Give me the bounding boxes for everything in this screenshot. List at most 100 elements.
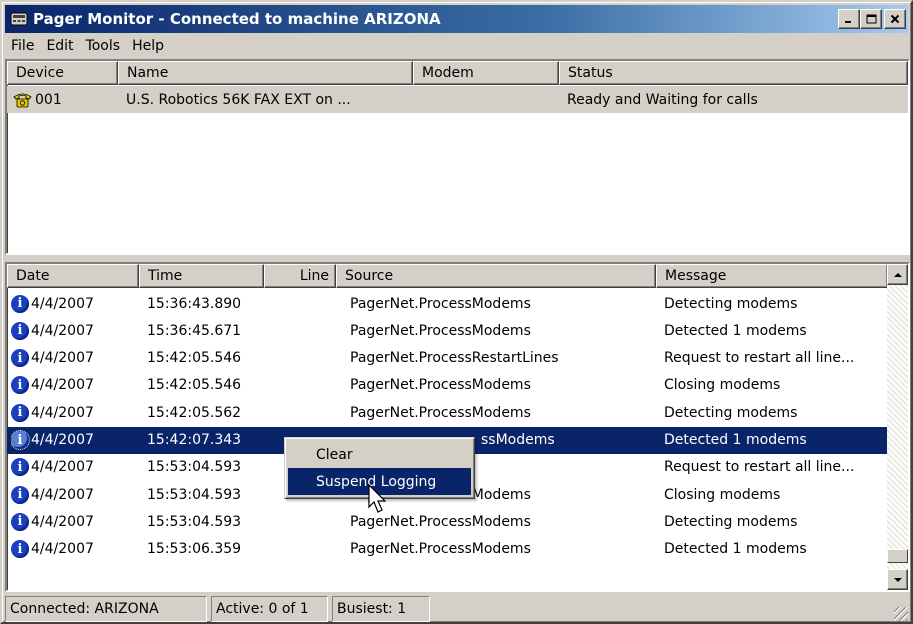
menu-item-clear[interactable]: Clear — [288, 441, 471, 468]
log-time: 15:53:04.593 — [147, 486, 242, 503]
vertical-scrollbar[interactable] — [887, 264, 908, 590]
log-message: Closing modems — [664, 486, 781, 503]
column-header-date[interactable]: Date — [7, 264, 139, 288]
log-message: Detecting modems — [664, 513, 798, 530]
menu-file[interactable]: File — [5, 38, 40, 54]
log-time: 15:42:05.546 — [147, 350, 242, 367]
log-source: PagerNet.ProcessModems — [350, 295, 531, 312]
log-date: 4/4/2007 — [31, 432, 94, 448]
device-status: Ready and Waiting for calls — [567, 91, 758, 108]
log-date: 4/4/2007 — [31, 295, 94, 312]
info-icon: i — [11, 485, 29, 504]
device-row[interactable]: 001 U.S. Robotics 56K FAX EXT on ... Rea… — [7, 86, 908, 113]
log-message: Detected 1 modems — [664, 322, 807, 339]
column-header-name[interactable]: Name — [118, 61, 413, 85]
status-connected: Connected: ARIZONA — [5, 596, 207, 622]
log-time: 15:53:06.359 — [147, 541, 242, 558]
info-icon: i — [11, 512, 29, 531]
info-icon: i — [11, 540, 29, 559]
info-icon: i — [11, 321, 29, 340]
log-time: 15:42:05.562 — [147, 404, 242, 421]
log-source: PagerNet.ProcessModems — [350, 322, 531, 339]
minimize-button[interactable] — [838, 9, 860, 29]
menu-bar: File Edit Tools Help — [5, 35, 170, 57]
column-header-time[interactable]: Time — [139, 264, 264, 288]
column-header-line[interactable]: Line — [264, 264, 336, 288]
log-date: 4/4/2007 — [31, 513, 94, 530]
log-source: PagerNet.ProcessModems — [350, 541, 531, 558]
log-date: 4/4/2007 — [31, 322, 94, 339]
info-icon: i — [11, 294, 29, 313]
log-date: 4/4/2007 — [31, 350, 94, 367]
log-date: 4/4/2007 — [31, 377, 94, 394]
scroll-thumb[interactable] — [887, 549, 908, 563]
log-source: PagerNet.ProcessModems — [350, 404, 531, 421]
caption-buttons — [838, 9, 906, 29]
log-message: Closing modems — [664, 377, 781, 394]
window-title: Pager Monitor - Connected to machine ARI… — [33, 10, 441, 28]
app-icon — [9, 10, 29, 28]
log-time: 15:42:07.343 — [147, 432, 242, 448]
log-row[interactable]: i 4/4/2007 15:42:05.546 PagerNet.ProcessMod… — [7, 372, 887, 399]
mouse-pointer-icon — [368, 483, 392, 516]
scroll-up-button[interactable] — [887, 264, 908, 285]
device-list[interactable]: Device Name Modem Status 001 U.S. Roboti… — [5, 59, 910, 255]
info-icon: i — [11, 376, 29, 395]
menu-tools[interactable]: Tools — [80, 38, 127, 54]
log-time: 15:53:04.593 — [147, 513, 242, 530]
log-row[interactable]: i 4/4/2007 15:36:45.671 PagerNet.ProcessMod… — [7, 317, 887, 344]
column-header-source[interactable]: Source — [336, 264, 656, 288]
maximize-button[interactable] — [860, 9, 882, 29]
log-date: 4/4/2007 — [31, 404, 94, 421]
close-button[interactable] — [884, 9, 906, 29]
log-row[interactable]: i4/4/2007 15:53:04.593 PagerNet.ProcessMod… — [7, 508, 887, 535]
status-active: Active: 0 of 1 — [211, 596, 328, 622]
column-header-status[interactable]: Status — [559, 61, 908, 85]
log-message: Detecting modems — [664, 295, 798, 312]
phone-icon — [13, 92, 32, 108]
log-row[interactable]: i 4/4/2007 15:42:05.562 PagerNet.ProcessMod… — [7, 399, 887, 426]
info-icon: i — [11, 349, 29, 368]
log-date: 4/4/2007 — [31, 486, 94, 503]
menu-edit[interactable]: Edit — [40, 38, 79, 54]
info-icon: i — [11, 430, 30, 450]
log-source: ssModems — [481, 432, 555, 448]
resize-grip[interactable] — [894, 607, 908, 621]
scroll-down-button[interactable] — [887, 569, 908, 590]
device-id: 001 — [35, 91, 62, 108]
log-message: Detecting modems — [664, 404, 798, 421]
log-message: Detected 1 modems — [664, 432, 807, 448]
column-header-device[interactable]: Device — [7, 61, 118, 85]
log-source: PagerNet.ProcessModems — [350, 377, 531, 394]
pager-monitor-window: Pager Monitor - Connected to machine ARI… — [0, 0, 913, 624]
log-time: 15:36:45.671 — [147, 322, 242, 339]
log-date: 4/4/2007 — [31, 459, 94, 476]
status-bar: Connected: ARIZONA Active: 0 of 1 Busies… — [5, 595, 910, 623]
log-message: Request to restart all line... — [664, 459, 855, 476]
log-row[interactable]: i 4/4/2007 15:36:43.890 PagerNet.ProcessMod… — [7, 290, 887, 317]
log-date: 4/4/2007 — [31, 541, 94, 558]
device-name: U.S. Robotics 56K FAX EXT on ... — [126, 91, 351, 108]
log-source: PagerNet.ProcessModems — [350, 513, 531, 530]
column-header-modem[interactable]: Modem — [413, 61, 559, 85]
log-row[interactable]: i 4/4/2007 15:42:05.546 PagerNet.ProcessRes… — [7, 345, 887, 372]
status-busiest: Busiest: 1 — [332, 596, 430, 622]
column-header-message[interactable]: Message — [656, 264, 888, 288]
info-icon: i — [11, 458, 29, 477]
log-source: PagerNet.ProcessRestartLines — [350, 350, 559, 367]
log-list[interactable]: Date Time Line Source Message i 4/4/2007 1… — [5, 262, 910, 592]
info-icon: i — [11, 403, 29, 422]
title-bar[interactable]: Pager Monitor - Connected to machine ARI… — [5, 5, 908, 33]
menu-help[interactable]: Help — [126, 38, 170, 54]
log-time: 15:36:43.890 — [147, 295, 242, 312]
log-message: Detected 1 modems — [664, 541, 807, 558]
log-row[interactable]: i 4/4/2007 15:53:06.359 PagerNet.ProcessMod… — [7, 536, 887, 563]
log-message: Request to restart all line... — [664, 350, 855, 367]
